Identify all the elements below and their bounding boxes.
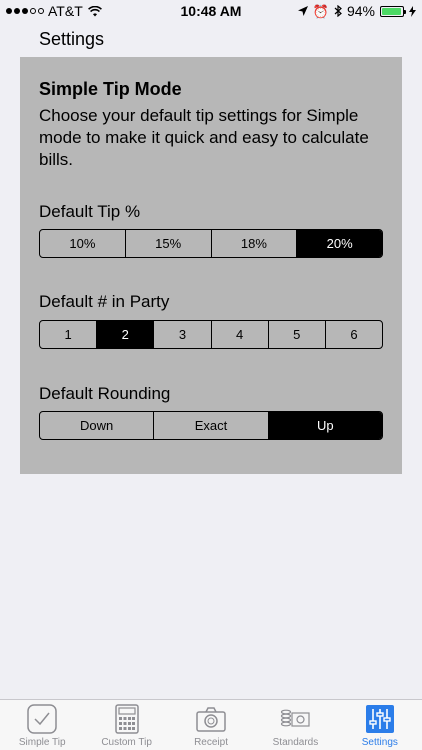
status-right: ⏰ 94% xyxy=(297,3,416,19)
panel-title: Simple Tip Mode xyxy=(39,79,182,99)
money-icon xyxy=(281,709,311,727)
party-option-1[interactable]: 1 xyxy=(40,321,98,348)
rounding-option-up[interactable]: Up xyxy=(268,412,382,439)
rounding-option-exact[interactable]: Exact xyxy=(154,412,269,439)
tip-option-15[interactable]: 15% xyxy=(126,230,212,257)
page-title: Settings xyxy=(39,29,105,49)
tab-standards[interactable]: Standards xyxy=(253,700,337,750)
tab-settings[interactable]: Settings xyxy=(338,700,422,750)
tip-option-18[interactable]: 18% xyxy=(212,230,298,257)
default-tip-segmented-control: 10% 15% 18% 20% xyxy=(39,229,383,258)
bluetooth-icon xyxy=(334,5,342,17)
tab-bar: Simple Tip Custom Tip Receipt Standards … xyxy=(0,699,422,750)
battery-percent: 94% xyxy=(346,3,375,19)
simple-tip-settings-panel: Simple Tip Mode Choose your default tip … xyxy=(20,57,402,474)
party-option-3[interactable]: 3 xyxy=(154,321,212,348)
calculator-icon xyxy=(114,704,139,734)
charging-icon xyxy=(409,5,416,17)
camera-icon xyxy=(196,707,226,732)
rounding-option-down[interactable]: Down xyxy=(40,412,155,439)
tab-label: Custom Tip xyxy=(101,737,152,748)
location-icon xyxy=(297,6,308,16)
default-party-segmented-control: 1 2 3 4 5 6 xyxy=(39,320,383,349)
party-option-6[interactable]: 6 xyxy=(326,321,382,348)
tip-option-10[interactable]: 10% xyxy=(40,230,126,257)
tab-label: Simple Tip xyxy=(18,737,66,748)
party-option-4[interactable]: 4 xyxy=(212,321,269,348)
default-party-label: Default # in Party xyxy=(39,292,170,311)
battery-icon xyxy=(380,5,406,17)
status-bar: AT&T 10:48 AM ⏰ 94% xyxy=(0,0,422,22)
checkmark-icon xyxy=(27,704,57,734)
party-option-5[interactable]: 5 xyxy=(269,321,326,348)
tab-receipt[interactable]: Receipt xyxy=(169,700,253,750)
tab-label: Receipt xyxy=(194,737,228,748)
alarm-icon: ⏰ xyxy=(312,3,329,19)
tip-option-20[interactable]: 20% xyxy=(297,230,382,257)
tab-label: Settings xyxy=(361,737,398,748)
default-rounding-label: Default Rounding xyxy=(39,384,171,403)
default-rounding-segmented-control: Down Exact Up xyxy=(39,411,383,440)
sliders-icon xyxy=(365,705,394,733)
tab-label: Standards xyxy=(272,737,319,748)
default-tip-label: Default Tip % xyxy=(39,202,141,221)
party-option-2[interactable]: 2 xyxy=(97,321,155,348)
panel-description: Choose your default tip settings for Sim… xyxy=(39,106,369,169)
tab-custom-tip[interactable]: Custom Tip xyxy=(84,700,168,750)
tab-simple-tip[interactable]: Simple Tip xyxy=(0,700,84,750)
